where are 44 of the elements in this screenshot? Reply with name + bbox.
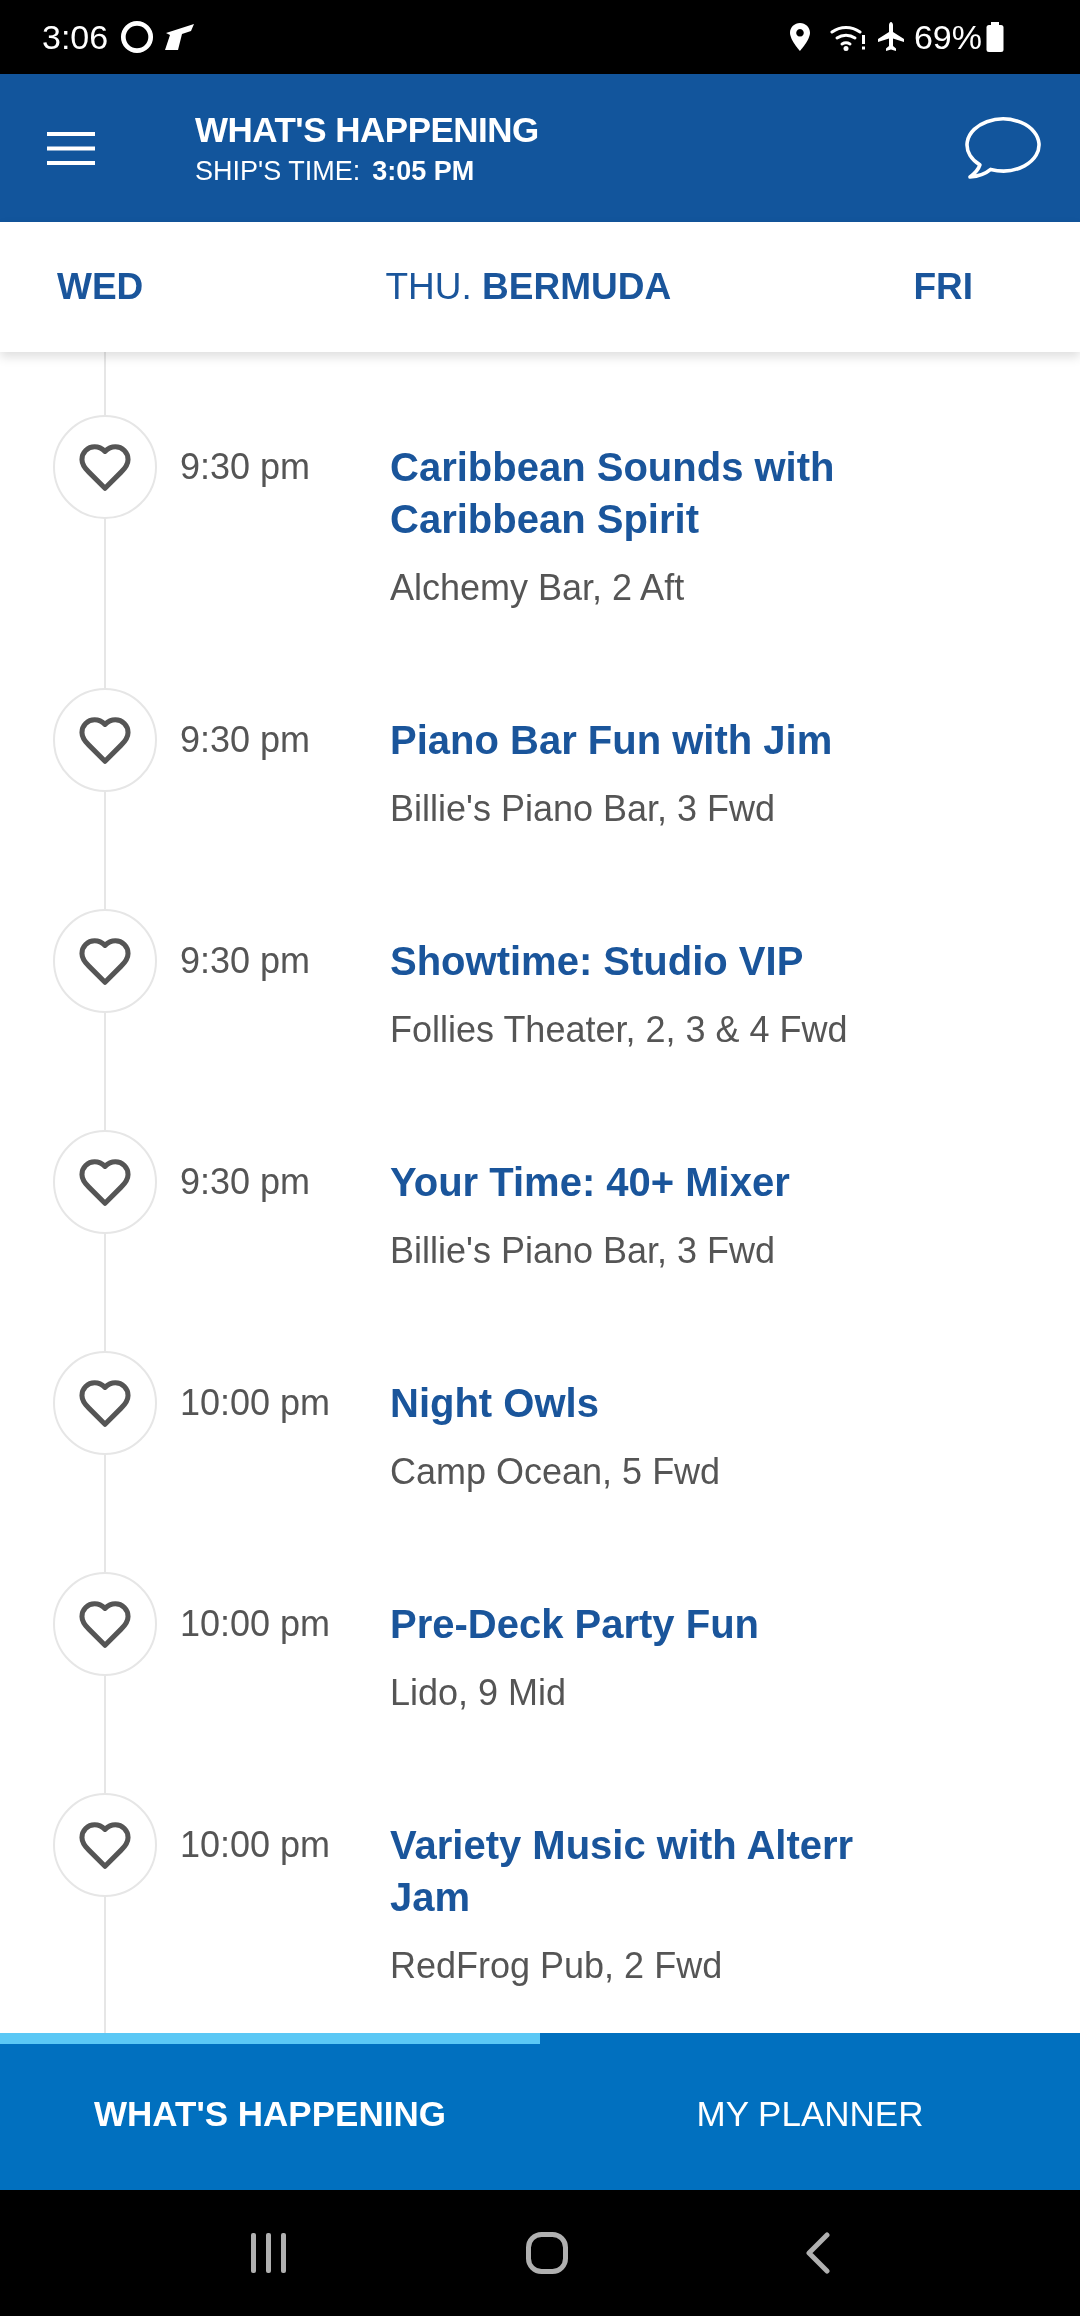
event-location: Follies Theater, 2, 3 & 4 Fwd xyxy=(390,1008,849,1052)
event-location: Billie's Piano Bar, 3 Fwd xyxy=(390,787,777,831)
event-time: 9:30 pm xyxy=(180,939,312,983)
event-location: RedFrog Pub, 2 Fwd xyxy=(390,1944,724,1988)
wifi-icon xyxy=(829,23,866,51)
event-time: 10:00 pm xyxy=(180,1602,332,1646)
event-location: Billie's Piano Bar, 3 Fwd xyxy=(390,1229,777,1273)
day-tab[interactable]: WED xyxy=(57,265,144,309)
recent-apps-icon xyxy=(250,2233,288,2273)
back-button[interactable] xyxy=(805,2232,832,2274)
event-title[interactable]: Variety Music with Alterr Jam xyxy=(390,1819,910,1923)
chat-bubble-icon xyxy=(962,116,1042,180)
location-pin-icon xyxy=(789,23,810,51)
event-title[interactable]: Night Owls xyxy=(390,1377,910,1429)
header-title: WHAT'S HAPPENING xyxy=(195,109,539,151)
back-icon xyxy=(805,2232,832,2274)
event-time: 10:00 pm xyxy=(180,1823,332,1867)
event-location: Alchemy Bar, 2 Aft xyxy=(390,566,686,610)
event-title[interactable]: Showtime: Studio VIP xyxy=(390,935,910,987)
battery-percent: 69% xyxy=(913,20,982,54)
event-time: 10:00 pm xyxy=(180,1381,332,1425)
ship-time-value: 3:05 PM xyxy=(372,155,475,187)
menu-icon xyxy=(47,131,95,165)
event-title[interactable]: Your Time: 40+ Mixer xyxy=(390,1156,910,1208)
funnel-logo-icon xyxy=(164,23,197,51)
ship-time-label: SHIP'S TIME: xyxy=(195,155,361,187)
home-button[interactable] xyxy=(526,2232,568,2274)
battery-icon xyxy=(986,22,1004,52)
event-title[interactable]: Pre-Deck Party Fun xyxy=(390,1598,910,1650)
event-title[interactable]: Piano Bar Fun with Jim xyxy=(390,714,910,766)
event-location: Lido, 9 Mid xyxy=(390,1671,568,1715)
menu-button[interactable] xyxy=(46,130,96,166)
ring-icon xyxy=(120,20,155,54)
recent-apps-button[interactable] xyxy=(248,2233,289,2273)
day-tab[interactable]: THU. BERMUDA xyxy=(385,265,672,309)
event-location: Camp Ocean, 5 Fwd xyxy=(390,1450,722,1494)
airplane-icon xyxy=(875,22,906,52)
event-time: 9:30 pm xyxy=(180,1160,312,1204)
day-tab[interactable]: FRI xyxy=(913,265,973,309)
event-title[interactable]: Caribbean Sounds with Caribbean Spirit xyxy=(390,441,910,545)
event-time: 9:30 pm xyxy=(180,445,312,489)
status-time: 3:06 xyxy=(42,20,109,54)
home-icon xyxy=(526,2232,568,2274)
event-time: 9:30 pm xyxy=(180,718,312,762)
